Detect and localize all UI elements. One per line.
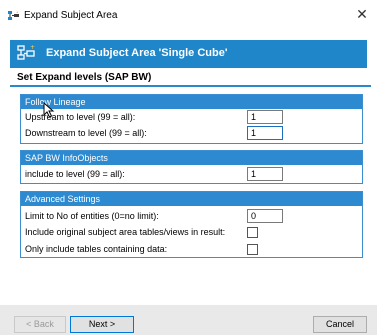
upstream-level-input[interactable]: 1 (247, 110, 283, 124)
upstream-label: Upstream to level (99 = all): (25, 112, 136, 122)
include-original-label: Include original subject area tables/vie… (25, 227, 226, 237)
only-data-label: Only include tables containing data: (25, 244, 168, 254)
include-level-input[interactable]: 1 (247, 167, 283, 181)
app-icon: + (8, 11, 19, 20)
include-level-label: include to level (99 = all): (25, 169, 125, 179)
downstream-label: Downstream to level (99 = all): (25, 128, 147, 138)
banner-title: Expand Subject Area 'Single Cube' (46, 47, 228, 59)
section-divider (10, 85, 371, 87)
follow-lineage-panel: Follow Lineage Upstream to level (99 = a… (20, 94, 363, 144)
panel-header-infoobjects: SAP BW InfoObjects (21, 151, 362, 165)
next-button[interactable]: Next > (70, 316, 134, 333)
svg-text:+: + (16, 11, 19, 15)
svg-text:+: + (30, 44, 35, 51)
back-button[interactable]: < Back (14, 316, 66, 333)
subject-area-icon: + (17, 44, 35, 60)
panel-header-follow-lineage: Follow Lineage (21, 95, 362, 109)
title-bar: + Expand Subject Area ✕ (0, 0, 377, 31)
include-original-checkbox[interactable] (247, 227, 258, 238)
section-heading: Set Expand levels (SAP BW) (17, 72, 152, 83)
window-title: Expand Subject Area (24, 10, 118, 21)
limit-entities-label: Limit to No of entities (0=no limit): (25, 211, 159, 221)
close-icon[interactable]: ✕ (355, 7, 369, 21)
panel-header-advanced: Advanced Settings (21, 192, 362, 206)
advanced-settings-panel: Advanced Settings Limit to No of entitie… (20, 191, 363, 258)
infoobjects-panel: SAP BW InfoObjects include to level (99 … (20, 150, 363, 184)
only-data-checkbox[interactable] (247, 244, 258, 255)
cancel-button[interactable]: Cancel (313, 316, 367, 333)
dialog-banner: + Expand Subject Area 'Single Cube' (10, 40, 367, 68)
downstream-level-input[interactable]: 1 (247, 126, 283, 140)
mouse-pointer-icon (43, 102, 55, 118)
limit-entities-input[interactable]: 0 (247, 209, 283, 223)
